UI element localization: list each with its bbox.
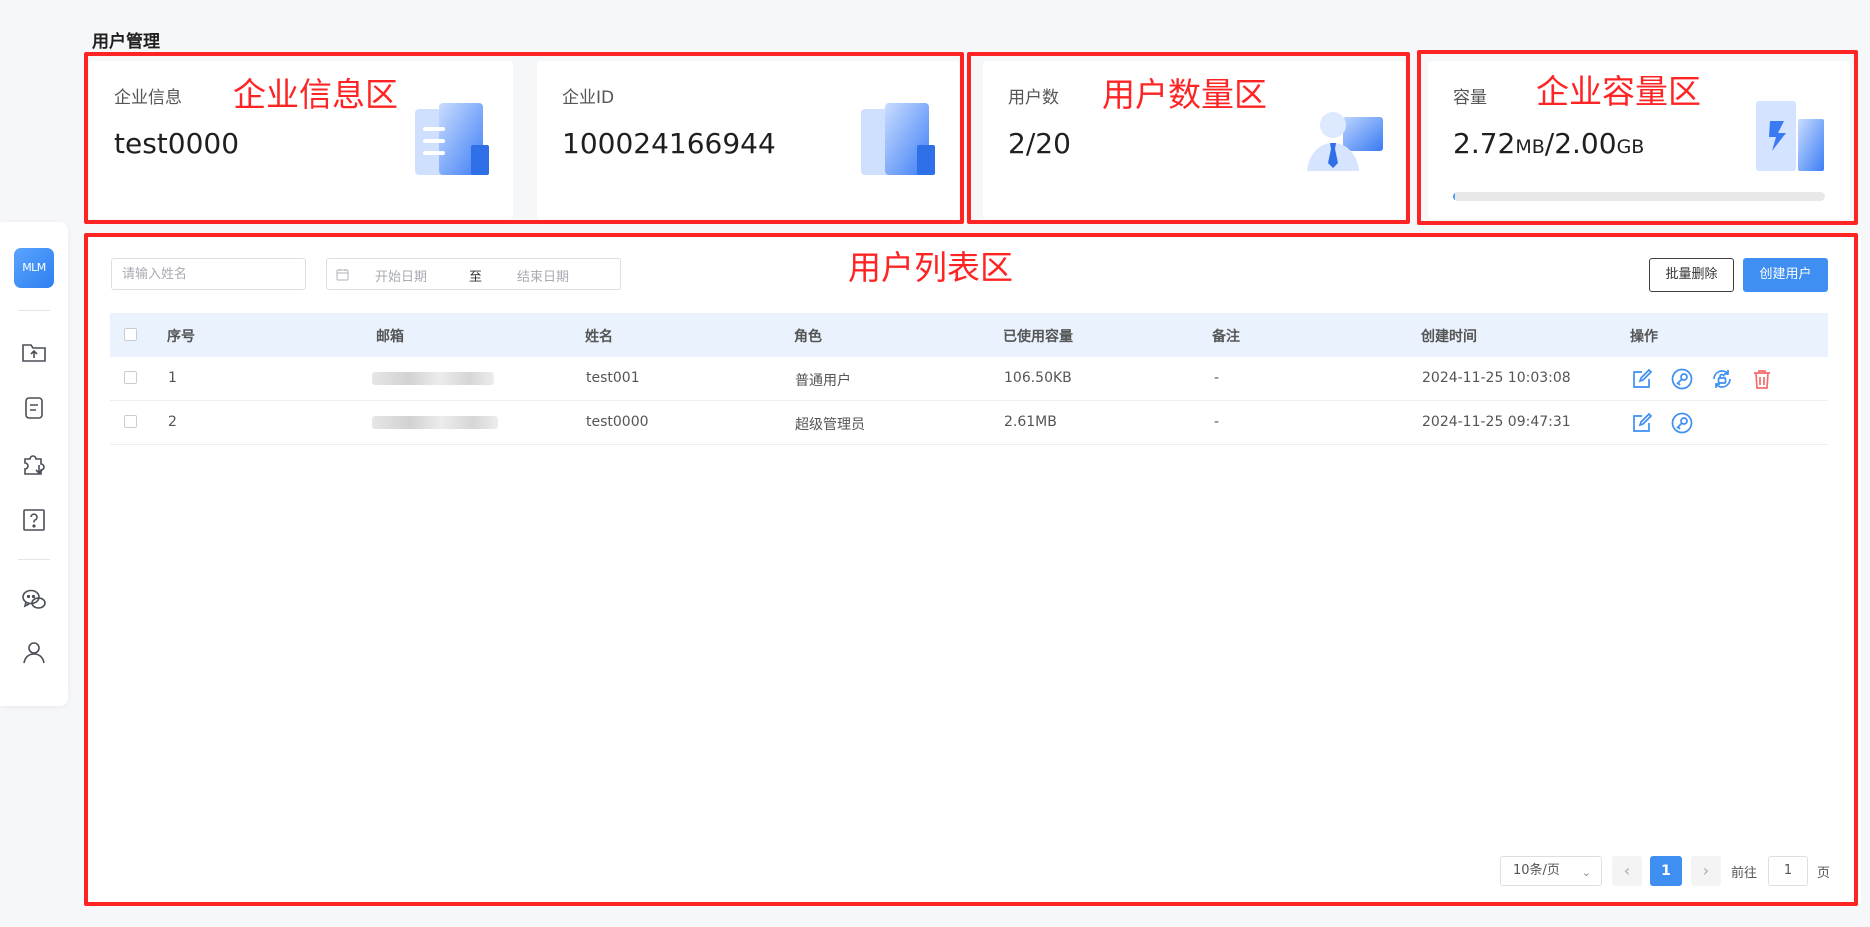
wechat-icon[interactable] — [20, 586, 48, 614]
sidebar-divider — [18, 310, 50, 311]
puzzle-download-icon[interactable] — [20, 450, 48, 478]
annotation-user-list-box — [84, 233, 1858, 906]
folder-upload-icon[interactable] — [20, 338, 48, 366]
annotation-enterprise-info-label: 企业信息区 — [233, 75, 398, 114]
user-icon[interactable] — [20, 638, 48, 666]
annotation-user-list-label: 用户列表区 — [848, 248, 1013, 287]
app-logo[interactable]: MLM — [14, 248, 54, 288]
sidebar: MLM — [0, 222, 68, 706]
sidebar-divider — [18, 559, 50, 560]
document-icon[interactable] — [20, 394, 48, 422]
page-title: 用户管理 — [92, 32, 160, 52]
annotation-enterprise-info-box — [84, 52, 964, 224]
help-icon[interactable] — [20, 506, 48, 534]
annotation-user-count-label: 用户数量区 — [1102, 75, 1267, 114]
annotation-capacity-label: 企业容量区 — [1536, 72, 1701, 111]
